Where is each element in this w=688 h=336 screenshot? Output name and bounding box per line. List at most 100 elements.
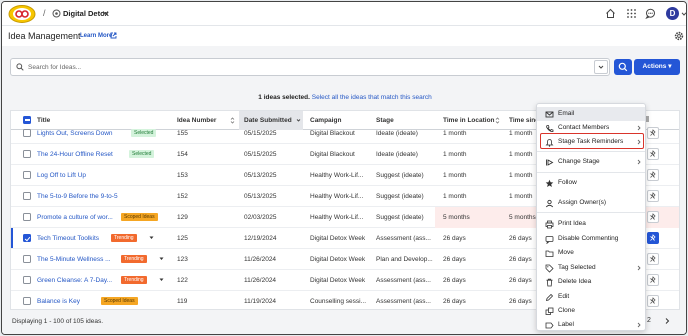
apps-grid-icon[interactable] [626, 8, 637, 19]
menu-item-contact-members[interactable]: Contact Members [537, 121, 645, 135]
star-icon [545, 179, 554, 187]
home-icon[interactable] [605, 8, 616, 19]
date-submitted: 05/13/2025 [244, 193, 277, 200]
idea-badge: Trending [121, 255, 147, 263]
row-checkbox[interactable] [23, 297, 31, 305]
row-checkbox[interactable] [23, 234, 31, 242]
trash-icon [546, 278, 553, 287]
menu-item-stage-task-reminders[interactable]: Stage Task Reminders [537, 135, 645, 149]
row-action-button[interactable] [647, 232, 659, 244]
row-action-button[interactable] [647, 253, 659, 265]
page-number[interactable]: 2 [647, 317, 651, 324]
row-action-button[interactable] [647, 148, 659, 160]
menu-item-email[interactable]: Email [537, 107, 645, 121]
search-input[interactable] [28, 61, 588, 74]
campaign: Healthy Work-Lif... [310, 214, 364, 221]
menu-item-print-idea[interactable]: Print Idea [537, 217, 645, 231]
stage: Suggest (ideate) [376, 214, 424, 221]
idea-title-link[interactable]: The 5-to-9 Before the 9-to-5 [37, 193, 118, 200]
chevron-down-icon[interactable] [159, 257, 164, 261]
idea-number: 125 [177, 235, 188, 242]
chevron-down-icon [598, 65, 604, 69]
stage: Assessment (ass... [376, 277, 431, 284]
row-checkbox[interactable] [23, 129, 31, 137]
learn-more-link[interactable]: Learn More [80, 33, 112, 39]
menu-item-clone[interactable]: Clone [537, 304, 645, 318]
brand-logo-icon[interactable] [8, 4, 36, 24]
menu-item-change-stage[interactable]: Change Stage [537, 155, 645, 169]
menu-item-label: Print Idea [558, 220, 586, 227]
time-in-location: 26 days [443, 256, 466, 263]
pin-icon [649, 150, 656, 158]
external-link-icon[interactable] [110, 32, 117, 39]
idea-badge: Selected [129, 150, 155, 158]
menu-item-edit[interactable]: Edit [537, 290, 645, 304]
idea-number: 155 [177, 130, 188, 137]
pin-icon [649, 171, 656, 179]
row-action-button[interactable] [647, 295, 659, 307]
idea-badge: Trending [121, 276, 147, 284]
row-checkbox[interactable] [23, 276, 31, 284]
row-checkbox[interactable] [23, 213, 31, 221]
time-in-location: 26 days [443, 298, 466, 305]
row-action-button[interactable] [647, 190, 659, 202]
idea-number: 152 [177, 193, 188, 200]
menu-divider [537, 172, 645, 173]
menu-divider [537, 212, 645, 213]
row-checkbox[interactable] [23, 192, 31, 200]
time-since: 5 months [509, 214, 536, 221]
idea-title-link[interactable]: Balance is Key [37, 298, 80, 305]
menu-item-delete-idea[interactable]: Delete Idea [537, 275, 645, 289]
time-since: 1 month [509, 193, 533, 200]
menu-item-label: Contact Members [558, 124, 610, 131]
select-all-link[interactable]: Select all the ideas that match this sea… [312, 94, 432, 101]
chevron-right-icon[interactable] [663, 317, 671, 325]
menu-item-follow[interactable]: Follow [537, 176, 645, 190]
campaign: Healthy Work-Lif... [310, 193, 364, 200]
chevron-down-icon[interactable] [681, 11, 687, 17]
chat-icon[interactable] [645, 8, 656, 19]
menu-item-tag-selected[interactable]: Tag Selected [537, 261, 645, 275]
chevron-down-icon[interactable] [149, 236, 154, 240]
idea-number: 154 [177, 151, 188, 158]
chevron-down-icon[interactable] [159, 278, 164, 282]
menu-item-label: Tag Selected [558, 264, 596, 271]
chevron-right-icon [637, 139, 641, 145]
idea-title-link[interactable]: The 24-Hour Offline Reset [37, 151, 113, 158]
idea-title-link[interactable]: Promote a culture of wor... [37, 214, 113, 221]
chevron-right-icon [637, 125, 641, 131]
workspace-icon [52, 9, 61, 18]
time-in-location: 5 months [443, 214, 470, 221]
row-checkbox[interactable] [23, 171, 31, 179]
idea-title-link[interactable]: The 5-Minute Wellness ... [37, 256, 111, 263]
row-checkbox[interactable] [23, 150, 31, 158]
menu-item-disable-commenting[interactable]: Disable Commenting [537, 232, 645, 246]
row-action-button[interactable] [647, 127, 659, 139]
idea-number: 119 [177, 298, 188, 305]
stage: Plan and Develop... [376, 256, 433, 263]
menu-item-move[interactable]: Move [537, 246, 645, 260]
search-button[interactable] [614, 59, 632, 75]
time-in-location: 1 month [443, 193, 467, 200]
row-checkbox[interactable] [23, 255, 31, 263]
row-action-button[interactable] [647, 274, 659, 286]
avatar[interactable]: D [666, 7, 679, 20]
chevron-down-icon[interactable] [102, 9, 109, 16]
print-icon [545, 220, 554, 229]
gear-icon[interactable] [674, 31, 684, 41]
idea-badge: Scoped Ideas [121, 213, 158, 221]
idea-title-link[interactable]: Green Cleanse: A 7-Day... [37, 277, 112, 284]
search-icon [16, 63, 24, 71]
row-action-button[interactable] [647, 169, 659, 181]
menu-item-label[interactable]: Label [537, 318, 645, 330]
pin-icon [649, 297, 656, 305]
actions-button[interactable]: Actions ▾ [634, 59, 680, 75]
idea-title-link[interactable]: Tech Timeout Toolkits [37, 235, 99, 242]
search-filter-dropdown[interactable] [594, 60, 608, 74]
idea-title-link[interactable]: Lights Out, Screens Down [37, 130, 113, 137]
menu-item-label: Change Stage [558, 158, 600, 165]
search-box[interactable] [10, 58, 610, 76]
row-action-button[interactable] [647, 211, 659, 223]
menu-item-assign-owner-s[interactable]: Assign Owner(s) [537, 196, 645, 210]
idea-title-link[interactable]: Log Off to Lift Up [37, 172, 86, 179]
